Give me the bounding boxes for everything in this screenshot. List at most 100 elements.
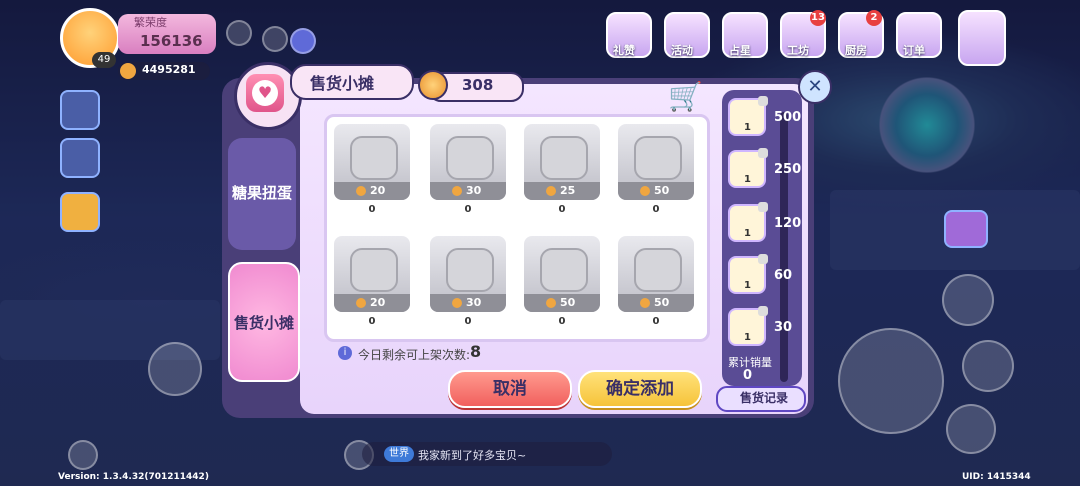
confirm-label: 确定添加 bbox=[606, 379, 674, 399]
info-icon: i bbox=[338, 346, 352, 360]
tab-label: 售货小摊 bbox=[233, 314, 294, 332]
fame-label: 繁荣度 bbox=[134, 16, 167, 29]
minus-button-icon[interactable] bbox=[68, 440, 98, 470]
item-price: 20 bbox=[370, 296, 386, 309]
panda-icon[interactable] bbox=[60, 138, 100, 178]
lock-icon bbox=[758, 202, 768, 212]
coin-value: 4495281 bbox=[142, 63, 196, 76]
item-price: 50 bbox=[560, 296, 576, 309]
item-image bbox=[446, 136, 494, 180]
cart-icon: 🛒 bbox=[668, 80, 703, 113]
star-button-icon[interactable] bbox=[148, 342, 202, 396]
swap-icon[interactable] bbox=[946, 404, 996, 454]
coin-icon bbox=[452, 186, 462, 196]
reward-threshold: 60 bbox=[774, 268, 793, 283]
friend-icon[interactable] bbox=[226, 20, 252, 46]
top-button-label: 活动 bbox=[671, 44, 693, 57]
stall-item[interactable]: 30 0 bbox=[430, 236, 506, 330]
item-count: 0 bbox=[464, 316, 472, 327]
coin-icon bbox=[546, 186, 556, 196]
reward-count: 1 bbox=[744, 228, 751, 239]
close-button[interactable]: ✕ bbox=[798, 70, 832, 104]
bunny-icon[interactable] bbox=[962, 340, 1014, 392]
stall-item[interactable]: 50 0 bbox=[618, 236, 694, 330]
item-image bbox=[540, 248, 588, 292]
coin-icon bbox=[452, 298, 462, 308]
reward-threshold: 120 bbox=[774, 216, 802, 231]
top-button-label: 厨房 bbox=[845, 44, 867, 57]
item-price: 20 bbox=[370, 184, 386, 197]
remaining-listings-label: 今日剩余可上架次数: bbox=[358, 348, 471, 362]
coin-icon bbox=[640, 186, 650, 196]
stall-item[interactable]: 50 0 bbox=[618, 124, 694, 218]
tab-sale-stall[interactable]: 售货小摊 bbox=[228, 262, 300, 382]
lock-icon bbox=[758, 148, 768, 158]
reward-count: 1 bbox=[744, 280, 751, 291]
reward-count: 1 bbox=[744, 332, 751, 343]
player-level-badge: 49 bbox=[92, 52, 116, 68]
tab-candy-gacha[interactable]: 糖果扭蛋 bbox=[228, 138, 296, 250]
stall-item[interactable]: 20 0 bbox=[334, 124, 410, 218]
cancel-button[interactable]: 取消 bbox=[448, 370, 572, 408]
top-button-label: 占星 bbox=[729, 44, 751, 57]
confirm-add-button[interactable]: 确定添加 bbox=[578, 370, 702, 408]
moon-icon[interactable] bbox=[290, 28, 316, 54]
coin-icon bbox=[418, 70, 448, 100]
item-image bbox=[634, 136, 682, 180]
item-image bbox=[540, 136, 588, 180]
item-count: 0 bbox=[464, 204, 472, 215]
pet-icon[interactable] bbox=[262, 26, 288, 52]
panel-title: 售货小摊 bbox=[310, 74, 375, 93]
item-price: 50 bbox=[654, 296, 670, 309]
sales-record-label: 售货记录 bbox=[740, 391, 789, 405]
tab-label: 糖果扭蛋 bbox=[231, 184, 292, 202]
broom-icon[interactable] bbox=[60, 192, 100, 232]
item-image bbox=[634, 248, 682, 292]
coin-icon bbox=[120, 63, 136, 79]
top-button-label: 礼赞 bbox=[613, 44, 635, 57]
side-menu-icon[interactable] bbox=[60, 90, 100, 130]
reward-threshold: 30 bbox=[774, 320, 793, 335]
lock-icon bbox=[758, 96, 768, 106]
rabbit-icon[interactable] bbox=[942, 274, 994, 326]
chat-message: 我家新到了好多宝贝~ bbox=[418, 449, 527, 462]
reward-count: 1 bbox=[744, 122, 751, 133]
sales-progress-track bbox=[780, 112, 788, 382]
item-count: 0 bbox=[368, 204, 376, 215]
coin-icon bbox=[546, 298, 556, 308]
reward-count: 1 bbox=[744, 174, 751, 185]
heart-icon: ♥ bbox=[252, 80, 278, 106]
remaining-listings-count: 8 bbox=[470, 342, 482, 361]
item-count: 0 bbox=[652, 316, 660, 327]
item-image bbox=[350, 248, 398, 292]
reward-threshold: 250 bbox=[774, 162, 802, 177]
item-count: 0 bbox=[558, 316, 566, 327]
item-price: 30 bbox=[466, 296, 482, 309]
chat-channel-tag: 世界 bbox=[384, 446, 414, 462]
uid-text: UID: 1415344 bbox=[962, 472, 1031, 482]
gacha-machine-icon[interactable] bbox=[838, 328, 944, 434]
fame-value: 156136 bbox=[140, 32, 203, 50]
kitchen-badge: 2 bbox=[866, 10, 882, 26]
top-button-label: 工坊 bbox=[787, 44, 809, 57]
coin-icon bbox=[356, 298, 366, 308]
item-image bbox=[446, 248, 494, 292]
coin-icon bbox=[356, 186, 366, 196]
version-text: Version: 1.3.4.32(701211442) bbox=[58, 472, 209, 482]
item-price: 25 bbox=[560, 184, 576, 197]
bag-icon[interactable] bbox=[944, 210, 988, 248]
lock-icon bbox=[758, 306, 768, 316]
item-price: 30 bbox=[466, 184, 482, 197]
top-button-label: 订单 bbox=[903, 44, 925, 57]
item-image bbox=[350, 136, 398, 180]
stall-item[interactable]: 20 0 bbox=[334, 236, 410, 330]
stall-item[interactable]: 50 0 bbox=[524, 236, 600, 330]
character-card-icon[interactable] bbox=[958, 10, 1006, 66]
coin-icon bbox=[640, 298, 650, 308]
cumulative-sales-value: 0 bbox=[743, 368, 753, 383]
currency-value: 308 bbox=[462, 76, 494, 94]
stall-item[interactable]: 30 0 bbox=[430, 124, 506, 218]
stall-item[interactable]: 25 0 bbox=[524, 124, 600, 218]
item-count: 0 bbox=[558, 204, 566, 215]
reward-threshold: 500 bbox=[774, 110, 802, 125]
